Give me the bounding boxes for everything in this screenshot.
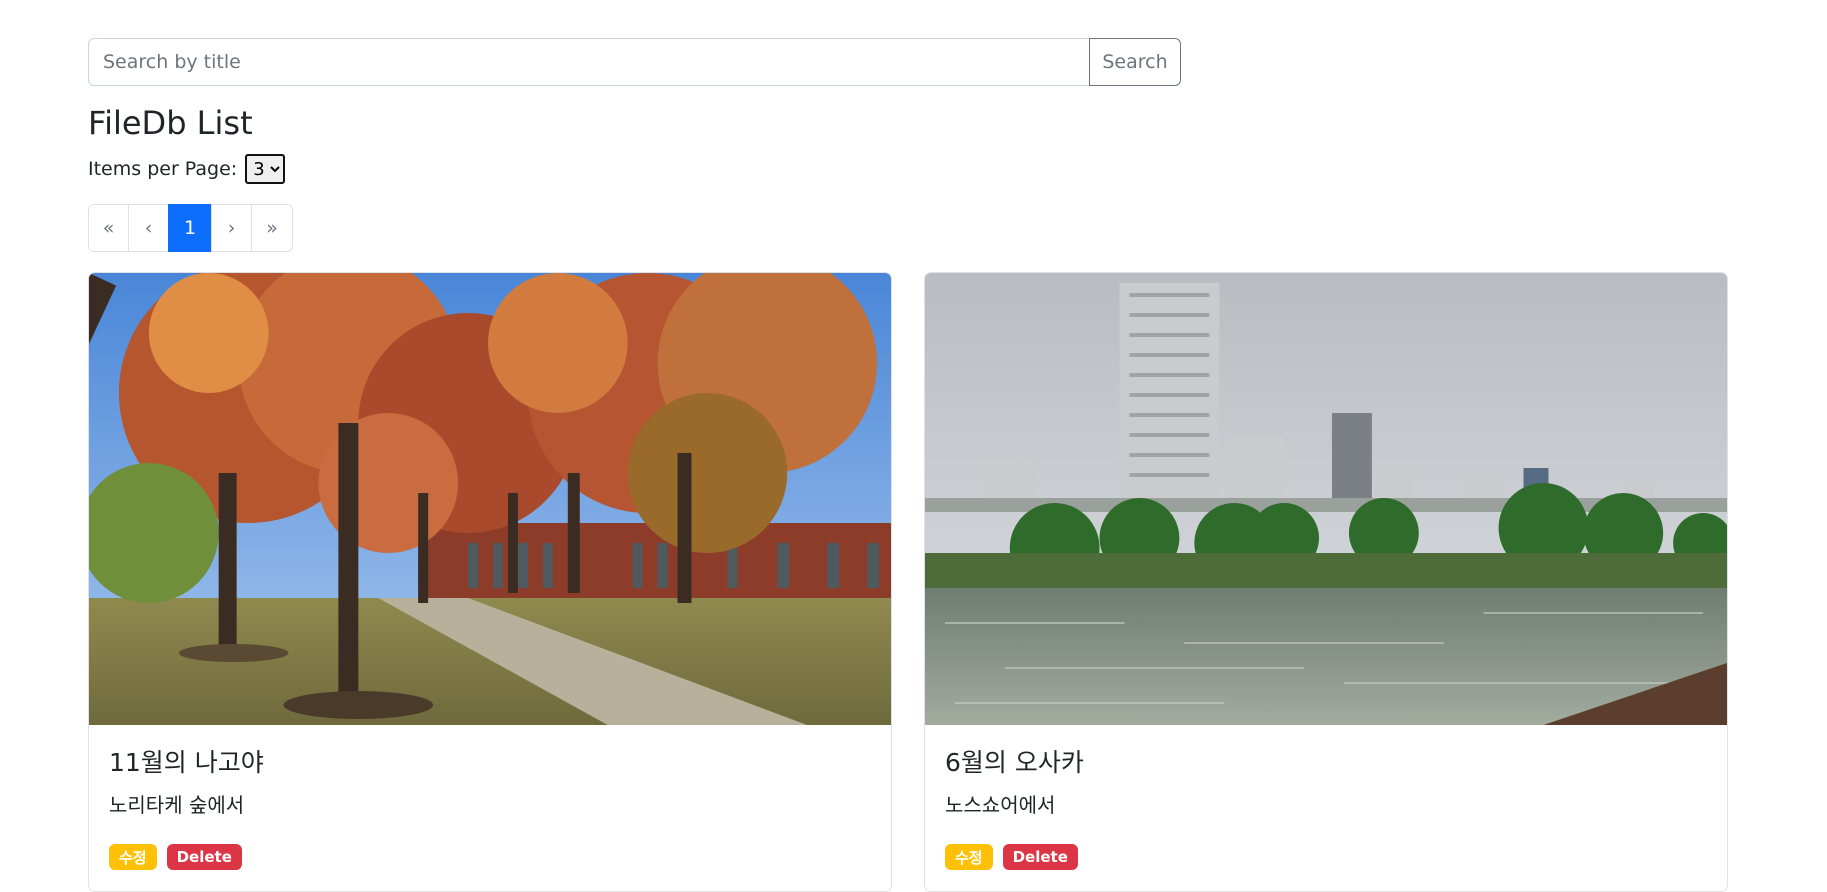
items-per-page-select[interactable]: 3 bbox=[245, 154, 286, 184]
card-actions: 수정 Delete bbox=[109, 844, 871, 870]
card-title: 11월의 나고야 bbox=[109, 748, 264, 777]
card-list: 11월의 나고야 노리타케 숲에서 수정 Delete 6월의 오사카 노스쇼어… bbox=[88, 272, 1728, 892]
delete-button[interactable]: Delete bbox=[1002, 844, 1078, 870]
next-page-button[interactable]: › bbox=[211, 204, 252, 252]
card-body: 11월의 나고야 노리타케 숲에서 수정 Delete bbox=[89, 725, 891, 888]
file-card: 6월의 오사카 노스쇼어에서 수정 Delete bbox=[924, 272, 1728, 892]
first-page-button[interactable]: « bbox=[88, 204, 129, 252]
card-image-autumn-park bbox=[89, 273, 891, 725]
delete-button[interactable]: Delete bbox=[166, 844, 242, 870]
items-per-page: Items per Page: 3 bbox=[88, 154, 286, 184]
items-per-page-label: Items per Page: bbox=[88, 158, 238, 180]
search-group: Search bbox=[88, 38, 1181, 86]
card-description: 노리타케 숲에서 bbox=[109, 793, 245, 817]
pagination: « ‹ 1 › » bbox=[88, 204, 293, 252]
search-input[interactable] bbox=[88, 38, 1089, 86]
prev-page-button[interactable]: ‹ bbox=[128, 204, 169, 252]
page-title: FileDb List bbox=[88, 104, 253, 142]
last-page-button[interactable]: » bbox=[251, 204, 293, 252]
card-body: 6월의 오사카 노스쇼어에서 수정 Delete bbox=[925, 725, 1727, 888]
edit-button[interactable]: 수정 bbox=[945, 844, 993, 870]
card-title: 6월의 오사카 bbox=[945, 748, 1084, 777]
current-page-button[interactable]: 1 bbox=[168, 204, 212, 252]
card-description: 노스쇼어에서 bbox=[945, 793, 1056, 817]
edit-button[interactable]: 수정 bbox=[109, 844, 157, 870]
file-card: 11월의 나고야 노리타케 숲에서 수정 Delete bbox=[88, 272, 892, 892]
card-actions: 수정 Delete bbox=[945, 844, 1707, 870]
card-image-river-city bbox=[925, 273, 1727, 725]
search-button[interactable]: Search bbox=[1089, 38, 1181, 86]
